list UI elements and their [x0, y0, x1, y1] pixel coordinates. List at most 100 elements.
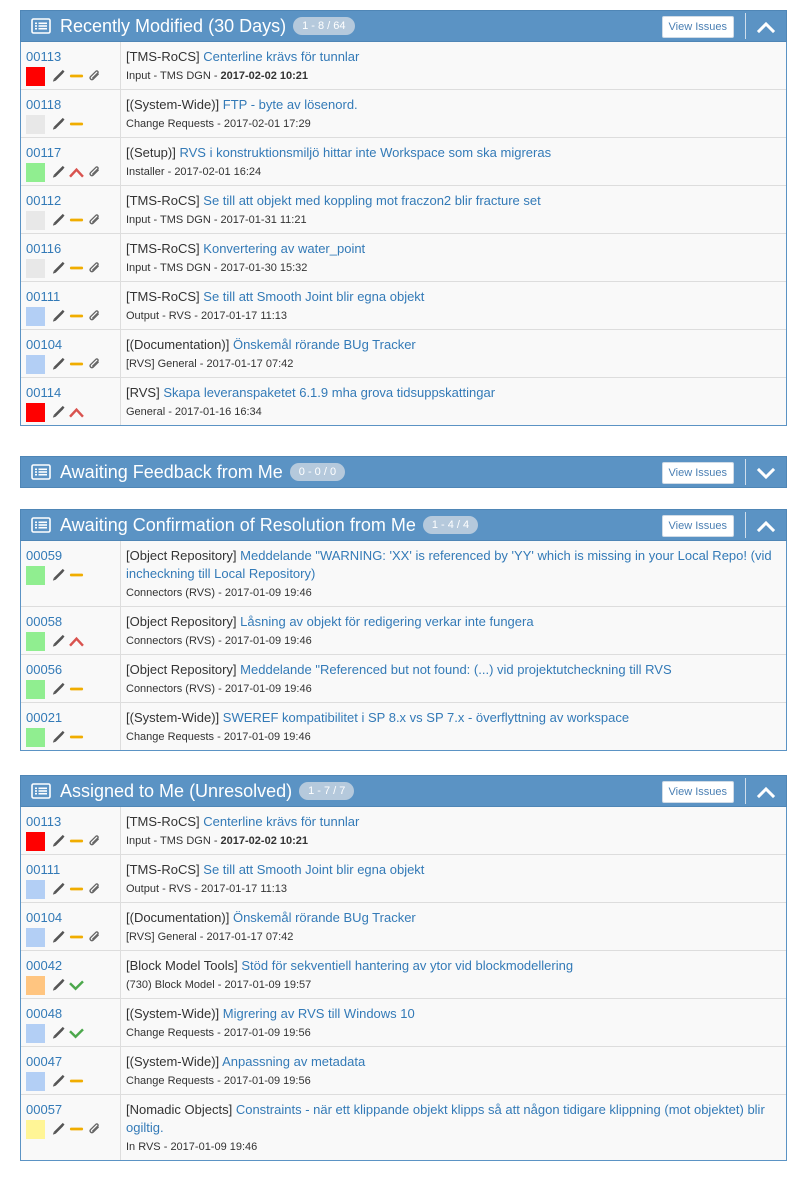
issue-id-link[interactable]: 00112: [26, 192, 115, 209]
pencil-icon[interactable]: [51, 1073, 66, 1089]
issue-title-link[interactable]: SWEREF kompatibilitet i SP 8.x vs SP 7.x…: [223, 710, 629, 725]
pencil-icon[interactable]: [51, 881, 66, 897]
issue-id-link[interactable]: 00113: [26, 48, 115, 65]
issue-title-link[interactable]: Konvertering av water_point: [203, 241, 365, 256]
attachment-icon[interactable]: [87, 1121, 102, 1137]
issue-title-link[interactable]: Migrering av RVS till Windows 10: [223, 1006, 415, 1021]
issue-title-link[interactable]: Stöd för sekventiell hantering av ytor v…: [241, 958, 573, 973]
status-color-swatch: [26, 354, 45, 374]
issue-date: 2017-01-17 11:13: [201, 310, 288, 322]
issue-id-link[interactable]: 00047: [26, 1053, 115, 1070]
issue-summary: [(Documentation)] Önskemål rörande BUg T…: [126, 909, 781, 927]
attachment-icon[interactable]: [87, 68, 102, 84]
issue-title-link[interactable]: RVS i konstruktionsmiljö hittar inte Wor…: [179, 145, 551, 160]
issue-project: [TMS-RoCS]: [126, 241, 200, 256]
issue-title-link[interactable]: Önskemål rörande BUg Tracker: [233, 337, 416, 352]
issue-project: [Block Model Tools]: [126, 958, 238, 973]
issue-project: [TMS-RoCS]: [126, 193, 200, 208]
priority-normal-icon: [69, 681, 84, 697]
issue-list: 00059 [Object Repository] Meddelande "WAR…: [20, 541, 787, 751]
issue-id-link[interactable]: 00104: [26, 909, 115, 926]
chevron-up-icon[interactable]: [756, 19, 776, 35]
issue-meta: (730) Block Model - 2017-01-09 19:57: [126, 979, 312, 991]
issue-title-link[interactable]: Låsning av objekt för redigering verkar …: [240, 614, 533, 629]
pencil-icon[interactable]: [51, 567, 66, 583]
issue-id-link[interactable]: 00059: [26, 547, 115, 564]
priority-normal-icon: [69, 260, 84, 276]
issue-category: Input - TMS DGN: [126, 262, 211, 274]
issue-title-link[interactable]: Se till att Smooth Joint blir egna objek…: [203, 289, 424, 304]
pencil-icon[interactable]: [51, 1121, 66, 1137]
attachment-icon[interactable]: [87, 308, 102, 324]
issue-status-cell: 00104: [21, 330, 121, 377]
attachment-icon[interactable]: [87, 929, 102, 945]
issue-id-link[interactable]: 00048: [26, 1005, 115, 1022]
attachment-icon[interactable]: [87, 833, 102, 849]
view-issues-button[interactable]: View Issues: [661, 781, 734, 803]
issue-title-link[interactable]: Centerline krävs för tunnlar: [203, 49, 359, 64]
view-issues-button[interactable]: View Issues: [661, 462, 734, 484]
view-issues-button[interactable]: View Issues: [661, 515, 734, 537]
issue-id-link[interactable]: 00117: [26, 144, 115, 161]
issue-summary: [(System-Wide)] Migrering av RVS till Wi…: [126, 1005, 781, 1023]
issue-meta: Input - TMS DGN - 2017-01-30 15:32: [126, 262, 308, 274]
issue-id-link[interactable]: 00057: [26, 1101, 115, 1118]
priority-normal-icon: [69, 68, 84, 84]
chevron-up-icon[interactable]: [756, 784, 776, 800]
pencil-icon[interactable]: [51, 681, 66, 697]
issue-title-link[interactable]: Meddelande "Referenced but not found: (.…: [240, 662, 671, 677]
issue-row: 00118 [(System-Wide)] FTP - byte av lösen…: [21, 89, 786, 137]
pencil-icon[interactable]: [51, 212, 66, 228]
issue-summary: [(System-Wide)] Anpassning av metadata: [126, 1053, 781, 1071]
pencil-icon[interactable]: [51, 404, 66, 420]
pencil-icon[interactable]: [51, 977, 66, 993]
pencil-icon[interactable]: [51, 1025, 66, 1041]
issue-id-link[interactable]: 00056: [26, 661, 115, 678]
issue-title-link[interactable]: Skapa leveranspaketet 6.1.9 mha grova ti…: [163, 385, 495, 400]
attachment-icon[interactable]: [87, 881, 102, 897]
status-color-swatch: [26, 210, 45, 230]
pencil-icon[interactable]: [51, 729, 66, 745]
issue-status-cell: 00118: [21, 90, 121, 137]
issue-id-link[interactable]: 00021: [26, 709, 115, 726]
issue-id-link[interactable]: 00111: [26, 861, 115, 878]
issue-id-link[interactable]: 00114: [26, 384, 115, 401]
issue-title-link[interactable]: Önskemål rörande BUg Tracker: [233, 910, 416, 925]
issue-meta: Connectors (RVS) - 2017-01-09 19:46: [126, 683, 312, 695]
pencil-icon[interactable]: [51, 116, 66, 132]
attachment-icon[interactable]: [87, 260, 102, 276]
chevron-up-icon[interactable]: [756, 518, 776, 534]
issue-summary: [(System-Wide)] SWEREF kompatibilitet i …: [126, 709, 781, 727]
pencil-icon[interactable]: [51, 68, 66, 84]
priority-normal-icon: [69, 1073, 84, 1089]
attachment-icon[interactable]: [87, 212, 102, 228]
issue-id-link[interactable]: 00058: [26, 613, 115, 630]
pencil-icon[interactable]: [51, 164, 66, 180]
issue-summary-cell: [Object Repository] Låsning av objekt fö…: [121, 607, 786, 654]
pencil-icon[interactable]: [51, 260, 66, 276]
issue-id-link[interactable]: 00113: [26, 813, 115, 830]
issue-title-link[interactable]: Centerline krävs för tunnlar: [203, 814, 359, 829]
pencil-icon[interactable]: [51, 633, 66, 649]
issue-summary-cell: [(System-Wide)] FTP - byte av lösenord. C…: [121, 90, 786, 137]
issue-id-link[interactable]: 00118: [26, 96, 115, 113]
view-issues-button[interactable]: View Issues: [661, 16, 734, 38]
status-color-swatch: [26, 975, 45, 995]
issue-title-link[interactable]: Se till att Smooth Joint blir egna objek…: [203, 862, 424, 877]
issue-title-link[interactable]: Se till att objekt med koppling mot frac…: [203, 193, 540, 208]
issue-id-link[interactable]: 00104: [26, 336, 115, 353]
pencil-icon[interactable]: [51, 833, 66, 849]
pencil-icon[interactable]: [51, 308, 66, 324]
attachment-icon[interactable]: [87, 164, 102, 180]
issue-date: 2017-01-16 16:34: [174, 406, 262, 418]
issue-title-link[interactable]: FTP - byte av lösenord.: [223, 97, 358, 112]
issue-title-link[interactable]: Anpassning av metadata: [222, 1054, 365, 1069]
issue-project: [Object Repository]: [126, 662, 237, 677]
issue-id-link[interactable]: 00116: [26, 240, 115, 257]
issue-id-link[interactable]: 00042: [26, 957, 115, 974]
chevron-down-icon[interactable]: [756, 465, 776, 481]
pencil-icon[interactable]: [51, 929, 66, 945]
issue-id-link[interactable]: 00111: [26, 288, 115, 305]
attachment-icon[interactable]: [87, 356, 102, 372]
pencil-icon[interactable]: [51, 356, 66, 372]
